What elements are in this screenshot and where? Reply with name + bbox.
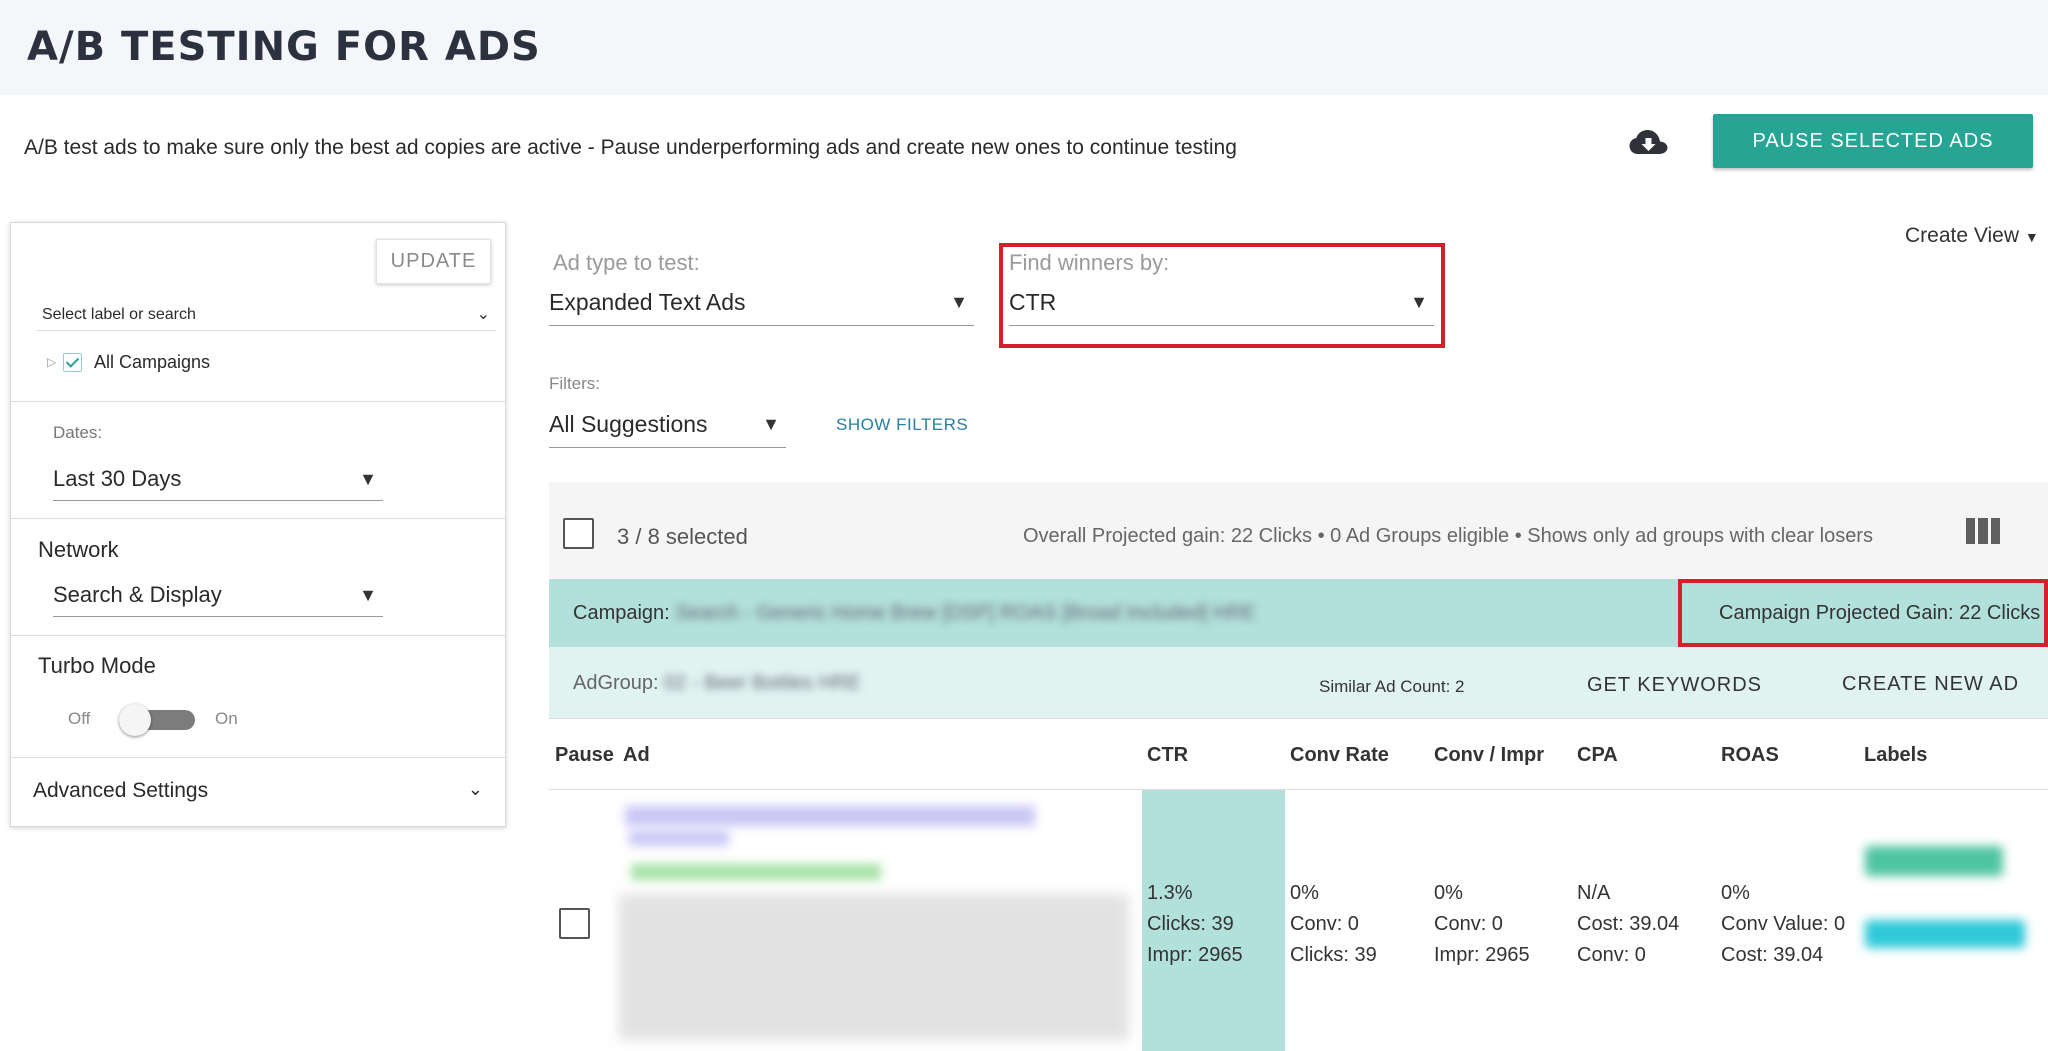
caret-down-icon: ▼ [2024, 229, 2039, 245]
update-button[interactable]: UPDATE [376, 239, 491, 284]
ctr-cell: 1.3% Clicks: 39 Impr: 2965 [1147, 882, 1243, 966]
campaign-gain-highlight [1678, 579, 2048, 647]
expand-caret-icon[interactable]: ▷ [47, 355, 61, 369]
ad-type-select[interactable]: Expanded Text Ads ▼ [549, 282, 974, 326]
advanced-settings-label: Advanced Settings [33, 779, 209, 802]
network-select[interactable]: Search & Display ▼ [53, 575, 383, 617]
similar-ad-count: Similar Ad Count: 2 [1319, 677, 1465, 696]
conv-rate-cell: 0% Conv: 0 Clicks: 39 [1290, 882, 1377, 966]
advanced-settings-toggle[interactable]: Advanced Settings ⌄ [33, 779, 483, 809]
divider [11, 518, 505, 519]
page-description: A/B test ads to make sure only the best … [24, 136, 1237, 159]
toggle-thumb[interactable] [119, 704, 151, 736]
page: A/B TESTING FOR ADS A/B test ads to make… [0, 0, 2048, 1051]
adgroup-header: AdGroup: 02 - Beer Bottles HRE Similar A… [549, 647, 2048, 719]
divider [11, 401, 505, 402]
cpa-cell: N/A Cost: 39.04 Conv: 0 [1577, 882, 1680, 966]
dropdown-arrow-icon: ▼ [1410, 292, 1428, 312]
dates-label: Dates: [53, 423, 103, 442]
chevron-down-icon: ⌄ [467, 779, 483, 799]
column-header-conv-impr[interactable]: Conv / Impr [1434, 744, 1544, 767]
turbo-mode-title: Turbo Mode [38, 653, 156, 678]
column-bar [1978, 518, 1988, 544]
ad-type-label: Ad type to test: [553, 250, 700, 275]
campaign-label: Campaign: Search - Generic Home Brew [DS… [573, 602, 1256, 625]
column-header-ctr[interactable]: CTR [1147, 744, 1188, 767]
network-value: Search & Display [53, 582, 222, 607]
column-bar [1966, 518, 1976, 544]
label-chip[interactable] [1865, 846, 2003, 876]
campaign-tree-row[interactable]: ▷ All Campaigns [47, 349, 210, 375]
chevron-down-icon: ⌄ [476, 306, 490, 323]
dates-value: Last 30 Days [53, 466, 182, 491]
get-keywords-button[interactable]: GET KEYWORDS [1587, 674, 1762, 697]
overall-projected-gain: Overall Projected gain: 22 Clicks • 0 Ad… [1023, 525, 1873, 547]
network-title: Network [38, 537, 119, 562]
dropdown-arrow-icon: ▼ [950, 292, 968, 312]
winners-select[interactable]: CTR ▼ [1009, 282, 1434, 326]
column-header-cpa[interactable]: CPA [1577, 744, 1618, 767]
filters-label: Filters: [549, 374, 600, 393]
campaign-name: Search - Generic Home Brew [DSP] ROAS [B… [675, 602, 1256, 624]
columns-icon[interactable] [1966, 518, 2000, 544]
column-header-labels[interactable]: Labels [1864, 744, 1927, 767]
dropdown-arrow-icon: ▼ [762, 414, 780, 434]
campaign-label-text: Campaign: [573, 602, 670, 624]
winners-value: CTR [1009, 289, 1057, 315]
sidebar-panel: UPDATE Select label or search ⌄ ▷ All Ca… [10, 222, 506, 827]
create-new-ad-button[interactable]: CREATE NEW AD [1842, 673, 2019, 696]
selected-count: 3 / 8 selected [617, 524, 748, 549]
dropdown-arrow-icon: ▼ [359, 469, 377, 489]
select-all-checkbox[interactable] [563, 518, 594, 549]
adgroup-name: 02 - Beer Bottles HRE [664, 672, 861, 694]
show-filters-link[interactable]: SHOW FILTERS [836, 415, 968, 435]
label-search-select[interactable]: Select label or search ⌄ [36, 301, 496, 331]
page-header: A/B TESTING FOR ADS [0, 0, 2048, 95]
label-chip[interactable] [1865, 920, 2025, 948]
create-view-label: Create View [1905, 224, 2020, 247]
ad-headline[interactable] [625, 806, 1035, 826]
create-view-menu[interactable]: Create View ▼ [1905, 224, 2039, 248]
ad-headline-continued [629, 830, 729, 846]
roas-cell: 0% Conv Value: 0 Cost: 39.04 [1721, 882, 1846, 966]
adgroup-label-text: AdGroup: [573, 672, 659, 694]
column-header-ad[interactable]: Ad [623, 744, 650, 767]
all-campaigns-checkbox[interactable] [63, 352, 82, 372]
page-title: A/B TESTING FOR ADS [27, 24, 541, 70]
adgroup-label: AdGroup: 02 - Beer Bottles HRE [573, 672, 861, 695]
winners-label: Find winners by: [1009, 250, 1170, 275]
turbo-on-label: On [215, 709, 238, 728]
ad-display-url [631, 864, 881, 880]
conv-impr-cell: 0% Conv: 0 Impr: 2965 [1434, 882, 1530, 966]
ad-type-value: Expanded Text Ads [549, 289, 746, 315]
table-row: 1.3% Clicks: 39 Impr: 2965 0% Conv: 0 Cl… [549, 790, 2048, 1051]
dates-select[interactable]: Last 30 Days ▼ [53, 459, 383, 501]
turbo-mode-toggle[interactable] [119, 704, 195, 736]
table-header: Pause Ad CTR Conv Rate Conv / Impr CPA R… [549, 720, 2048, 790]
cloud-download-icon[interactable] [1629, 128, 1669, 162]
divider [11, 635, 505, 636]
turbo-off-label: Off [68, 709, 91, 728]
ad-description [619, 894, 1129, 1040]
pause-selected-ads-button[interactable]: PAUSE SELECTED ADS [1713, 114, 2033, 168]
column-header-pause[interactable]: Pause [555, 744, 614, 767]
label-search-text: Select label or search [42, 306, 196, 323]
dropdown-arrow-icon: ▼ [359, 585, 377, 605]
column-header-conv-rate[interactable]: Conv Rate [1290, 744, 1389, 767]
selection-bar: 3 / 8 selected Overall Projected gain: 2… [549, 482, 2048, 578]
divider [11, 757, 505, 758]
filters-select[interactable]: All Suggestions ▼ [549, 404, 786, 448]
filters-value: All Suggestions [549, 411, 708, 437]
column-bar [1990, 518, 2000, 544]
pause-ad-checkbox[interactable] [559, 908, 590, 939]
column-header-roas[interactable]: ROAS [1721, 744, 1779, 767]
all-campaigns-label: All Campaigns [94, 351, 211, 372]
